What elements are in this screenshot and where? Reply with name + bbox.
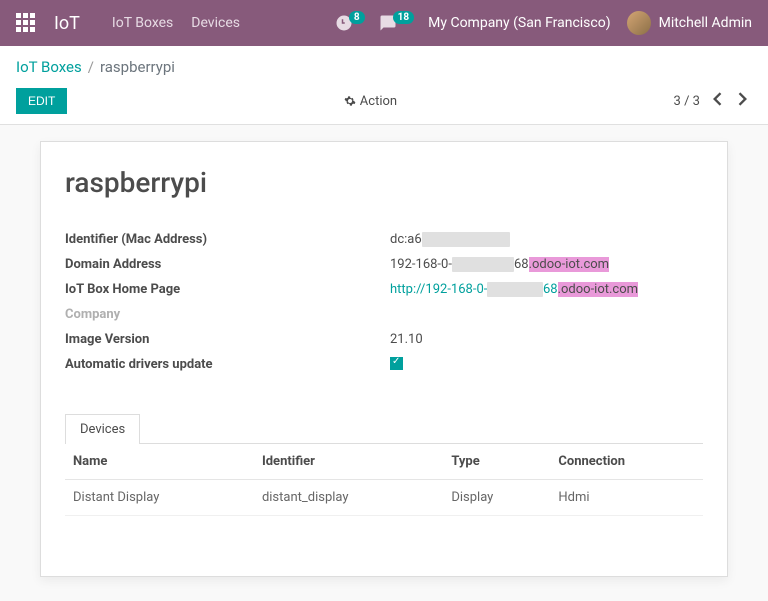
checkbox-checked-icon[interactable]	[390, 357, 403, 370]
pager-prev[interactable]	[708, 88, 726, 114]
domain-value: 192-168-0-xxxxxxxxx68.odoo-iot.com	[390, 257, 703, 272]
app-brand[interactable]: IoT	[54, 13, 80, 34]
homepage-label: IoT Box Home Page	[65, 282, 390, 297]
edit-button[interactable]: EDIT	[16, 88, 67, 114]
top-navbar: IoT IoT Boxes Devices 8 18 My Company (S…	[0, 0, 768, 46]
col-type[interactable]: Type	[443, 444, 550, 480]
user-name: Mitchell Admin	[659, 15, 752, 31]
apps-icon[interactable]	[16, 13, 36, 33]
pager-text: 3 / 3	[674, 94, 700, 109]
record-title: raspberrypi	[65, 166, 703, 199]
col-name[interactable]: Name	[65, 444, 254, 480]
breadcrumb-parent[interactable]: IoT Boxes	[16, 58, 82, 76]
avatar	[627, 11, 651, 35]
nav-devices[interactable]: Devices	[191, 15, 240, 31]
col-connection[interactable]: Connection	[550, 444, 703, 480]
homepage-value: http://192-168-0-xxxxxxxx68.odoo-iot.com	[390, 282, 703, 297]
pager: 3 / 3	[674, 88, 752, 114]
auto-drivers-value	[390, 357, 703, 374]
pager-next[interactable]	[734, 88, 752, 114]
devices-table: Name Identifier Type Connection Distant …	[65, 444, 703, 516]
cell-name: Distant Display	[65, 480, 254, 516]
user-menu[interactable]: Mitchell Admin	[627, 11, 752, 35]
company-value	[390, 307, 703, 322]
control-panel: IoT Boxes / raspberrypi EDIT Action 3 / …	[0, 46, 768, 125]
action-dropdown[interactable]: Action	[344, 94, 397, 109]
company-label: Company	[65, 307, 390, 322]
identifier-label: Identifier (Mac Address)	[65, 232, 390, 247]
discuss-button[interactable]: 18	[379, 14, 414, 32]
gear-icon	[344, 95, 356, 107]
activity-badge: 8	[349, 11, 365, 24]
chevron-right-icon	[738, 92, 748, 106]
chevron-left-icon	[712, 92, 722, 106]
breadcrumb-separator: /	[88, 58, 94, 76]
breadcrumb: IoT Boxes / raspberrypi	[16, 58, 752, 76]
tab-devices[interactable]: Devices	[65, 414, 140, 444]
image-version-label: Image Version	[65, 332, 390, 347]
col-identifier[interactable]: Identifier	[254, 444, 443, 480]
action-label: Action	[360, 94, 397, 109]
homepage-link[interactable]: http://192-168-0-xxxxxxxx68.odoo-iot.com	[390, 282, 638, 297]
image-version-value: 21.10	[390, 332, 703, 347]
company-switcher[interactable]: My Company (San Francisco)	[428, 15, 610, 31]
form-sheet: raspberrypi Identifier (Mac Address) dc:…	[40, 141, 728, 577]
cell-type: Display	[443, 480, 550, 516]
activity-button[interactable]: 8	[335, 14, 365, 32]
identifier-value: dc:a6xxxxxxxxxxxxx	[390, 232, 703, 247]
cell-identifier: distant_display	[254, 480, 443, 516]
nav-iot-boxes[interactable]: IoT Boxes	[112, 15, 173, 31]
cell-connection: Hdmi	[550, 480, 703, 516]
domain-label: Domain Address	[65, 257, 390, 272]
table-row[interactable]: Distant Display distant_display Display …	[65, 480, 703, 516]
breadcrumb-current: raspberrypi	[100, 58, 175, 76]
discuss-badge: 18	[393, 11, 414, 24]
auto-drivers-label: Automatic drivers update	[65, 357, 390, 374]
